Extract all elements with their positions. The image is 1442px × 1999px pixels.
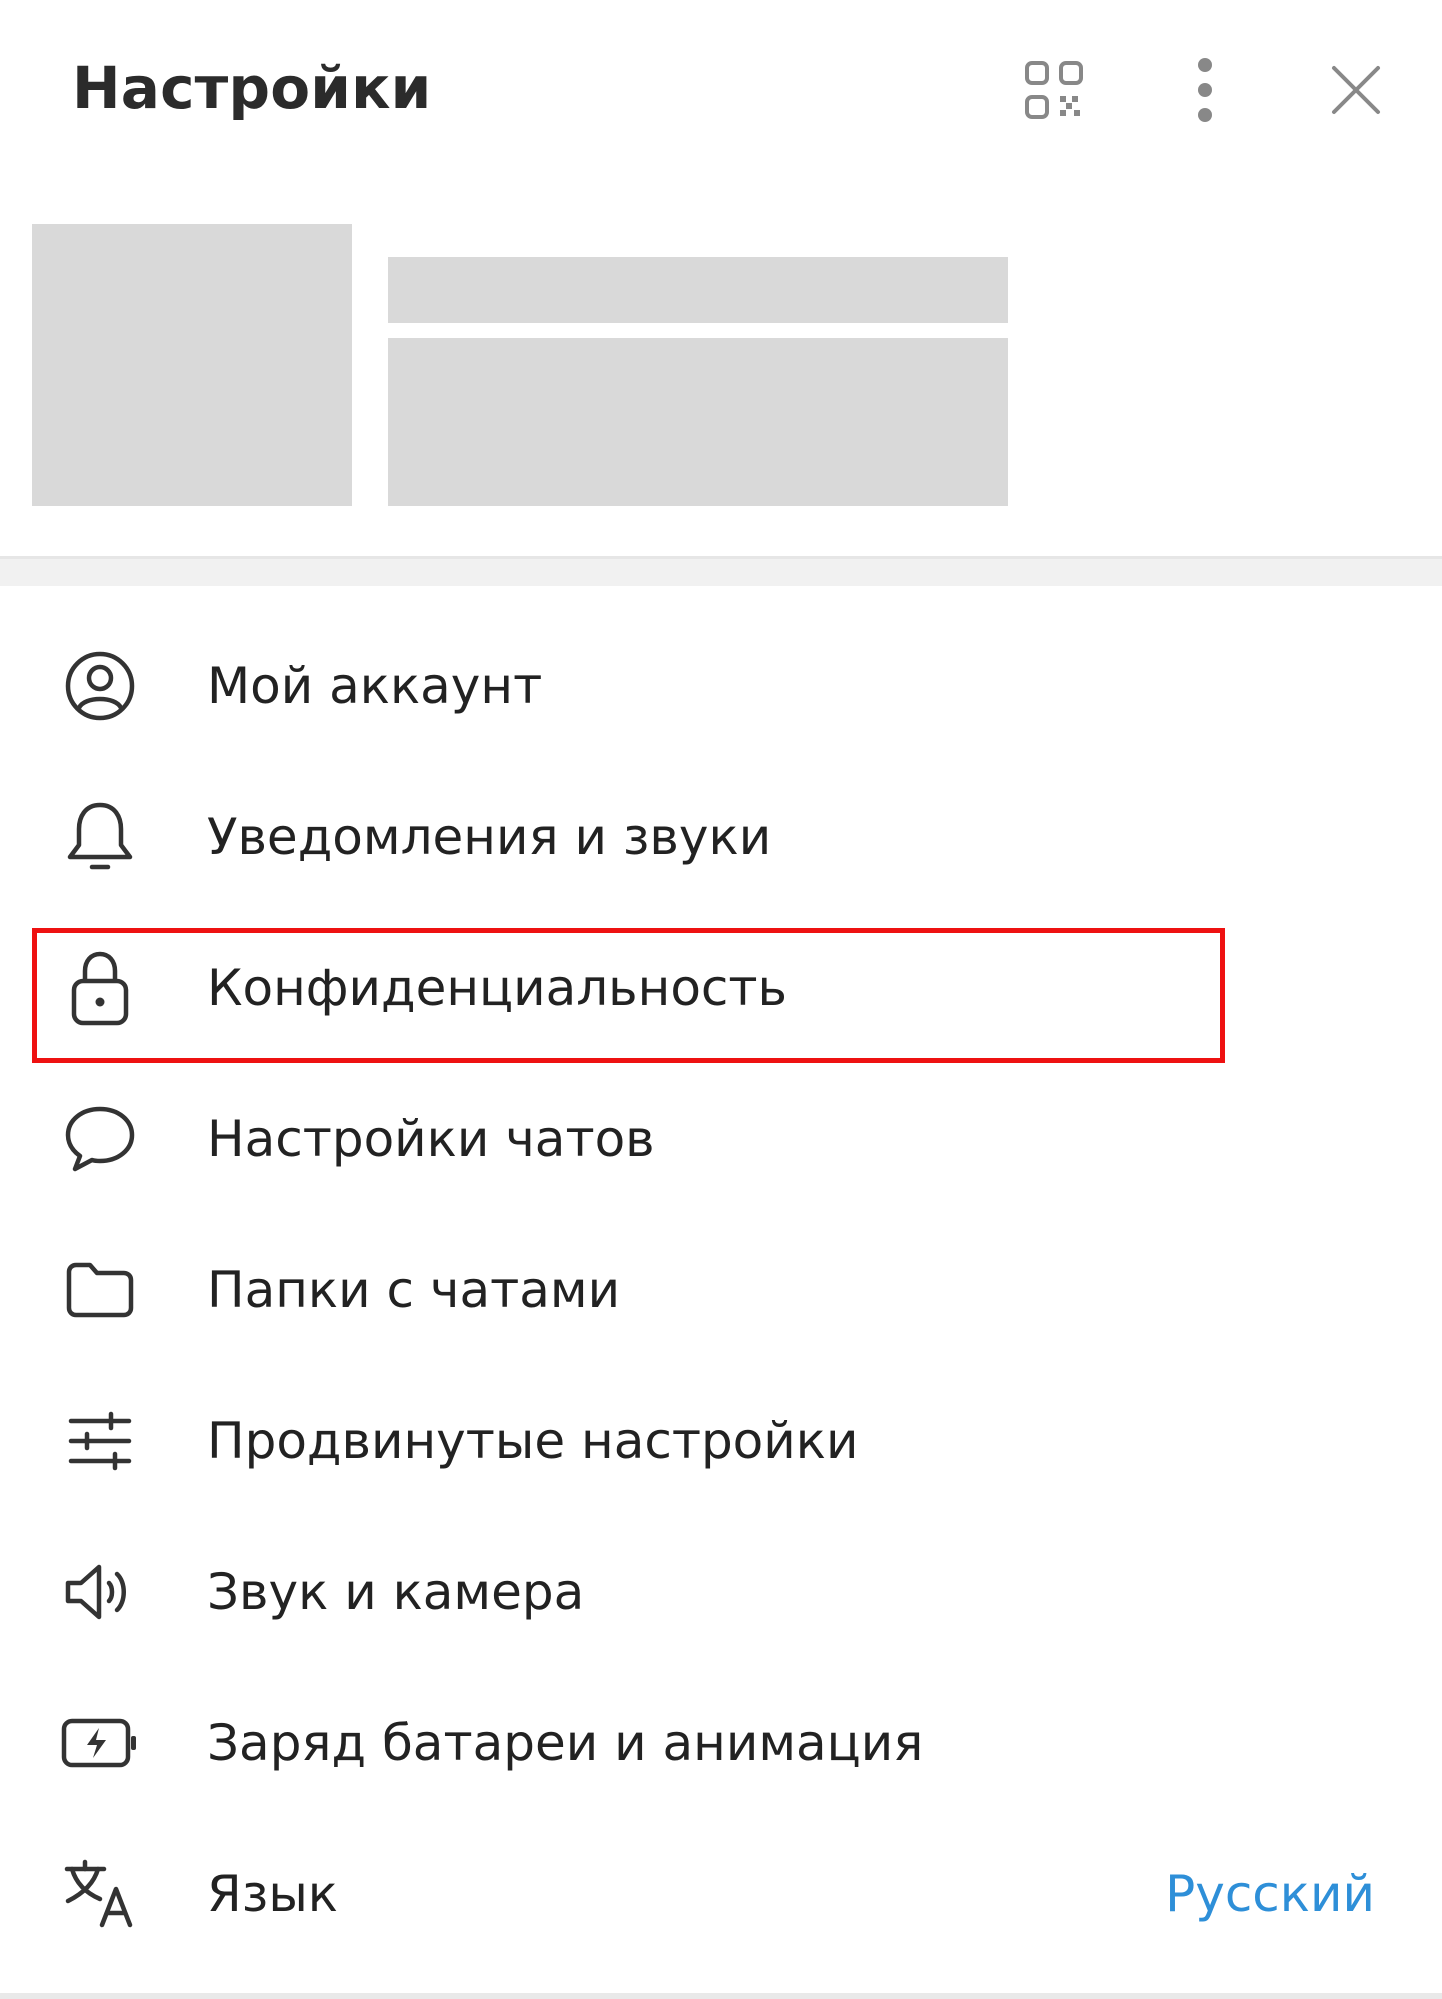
more-options-button[interactable]	[1165, 50, 1245, 130]
speaker-icon	[60, 1552, 140, 1632]
translate-icon	[60, 1854, 140, 1934]
settings-panel: Настройки Мой аккаунт Уведомления и звук…	[0, 0, 1442, 1999]
qr-code-icon	[1023, 59, 1085, 121]
qr-code-button[interactable]	[1014, 50, 1094, 130]
menu-item-advanced[interactable]: Продвинутые настройки	[0, 1365, 1442, 1516]
menu-item-chat-folders[interactable]: Папки с чатами	[0, 1214, 1442, 1365]
menu-item-language[interactable]: Язык Русский	[0, 1818, 1442, 1969]
page-title: Настройки	[72, 54, 432, 122]
profile-details	[388, 338, 1008, 506]
chat-bubble-icon	[60, 1099, 140, 1179]
folder-icon	[60, 1250, 140, 1330]
menu-item-notifications[interactable]: Уведомления и звуки	[0, 761, 1442, 912]
menu-item-label: Заряд батареи и анимация	[207, 1713, 924, 1772]
battery-charge-icon	[60, 1703, 140, 1783]
menu-item-label: Папки с чатами	[207, 1260, 621, 1319]
menu-item-privacy[interactable]: Конфиденциальность	[0, 912, 1442, 1063]
menu-item-chat-settings[interactable]: Настройки чатов	[0, 1063, 1442, 1214]
menu-item-battery[interactable]: Заряд батареи и анимация	[0, 1667, 1442, 1818]
language-value: Русский	[1165, 1864, 1375, 1923]
menu-item-label: Уведомления и звуки	[207, 807, 772, 866]
more-vertical-icon	[1195, 57, 1215, 123]
close-button[interactable]	[1316, 50, 1396, 130]
account-circle-icon	[60, 646, 140, 726]
avatar[interactable]	[32, 224, 352, 506]
close-icon	[1331, 65, 1381, 115]
menu-item-label: Мой аккаунт	[207, 656, 543, 715]
menu-item-label: Настройки чатов	[207, 1109, 655, 1168]
bottom-edge	[0, 1993, 1442, 1999]
menu-item-my-account[interactable]: Мой аккаунт	[0, 610, 1442, 761]
menu-item-sound-camera[interactable]: Звук и камера	[0, 1516, 1442, 1667]
menu-item-label: Язык	[207, 1864, 339, 1923]
menu-item-label: Продвинутые настройки	[207, 1411, 859, 1470]
bell-icon	[60, 797, 140, 877]
menu-item-label: Звук и камера	[207, 1562, 585, 1621]
section-divider	[0, 556, 1442, 586]
lock-icon	[60, 948, 140, 1028]
menu-item-label: Конфиденциальность	[207, 958, 788, 1017]
profile-name	[388, 257, 1008, 323]
sliders-icon	[60, 1401, 140, 1481]
